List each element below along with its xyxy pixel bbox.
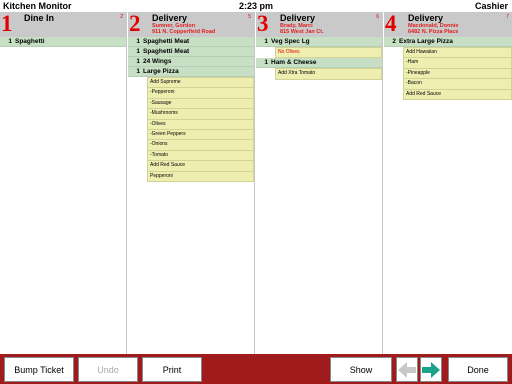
item-name: Spaghetti Meat xyxy=(143,38,190,45)
item-quantity: 1 xyxy=(136,38,140,45)
order-type: Delivery xyxy=(408,13,444,23)
arrow-left-icon xyxy=(398,361,416,378)
clock: 2:23 pm xyxy=(238,1,273,11)
item-name: Spaghetti Meat xyxy=(143,48,190,55)
order-item-row: 1 Spaghetti xyxy=(0,37,126,47)
ticket-1[interactable]: 1 Dine In 2 1 Spaghetti xyxy=(0,12,127,354)
item-modifier-row: -Green Peppers xyxy=(147,130,254,141)
top-bar: Kitchen Monitor 2:23 pm Cashier xyxy=(0,0,512,12)
order-type: Dine In xyxy=(24,13,55,23)
item-name: Extra Large Pizza xyxy=(399,38,453,45)
modifier-text: -Pineapple xyxy=(406,69,430,76)
modifier-text: -Ham xyxy=(406,59,419,66)
item-modifier-row: -Onions xyxy=(147,140,254,151)
modifier-text: -Tomato xyxy=(150,151,169,158)
item-modifier-row: Add Hawaiian xyxy=(403,47,512,59)
ticket-items: 1 Veg Spec Lg No Olives 1 Ham & Cheese Add Xt… xyxy=(256,37,382,80)
modifier-text: -Bacon xyxy=(406,80,422,87)
order-item-row: 1 24 Wings xyxy=(128,57,254,67)
order-item-row: 1 Spaghetti Meat xyxy=(128,47,254,57)
order-item-row: 1 Spaghetti Meat xyxy=(128,37,254,47)
ticket-items: 1 Spaghetti Meat 1 Spaghetti Meat 1 24 Wings 1… xyxy=(128,37,254,183)
ticket-items: 2 Extra Large Pizza Add Hawaiian -Ham -Pinea… xyxy=(384,37,512,101)
item-quantity: 1 xyxy=(136,48,140,55)
bump-ticket-button[interactable]: Bump Ticket xyxy=(4,357,74,382)
ticket-number: 4 xyxy=(385,11,397,36)
done-button[interactable]: Done xyxy=(448,357,508,382)
ticket-number: 3 xyxy=(257,11,269,36)
ticket-number: 2 xyxy=(129,11,141,36)
item-modifier-row: -Pineapple xyxy=(403,68,512,80)
ticket-4[interactable]: 4 Delivery Macdonald, Donnie 6482 N. Piz… xyxy=(384,12,512,354)
item-quantity: 1 xyxy=(264,38,268,45)
item-name: Veg Spec Lg xyxy=(271,38,310,45)
modifier-text: -Sausage xyxy=(150,99,172,106)
modifier-text: -Olives xyxy=(150,120,166,127)
modifier-text: Add Red Sauce xyxy=(406,90,442,97)
next-page-button[interactable] xyxy=(420,357,442,382)
item-name: 24 Wings xyxy=(143,58,172,65)
modifier-text: Pepperoni xyxy=(150,172,173,179)
modifier-text: Add Supreme xyxy=(150,79,181,85)
ticket-board: 1 Dine In 2 1 Spaghetti 2 Delivery Sumner… xyxy=(0,12,512,354)
action-bar: Bump Ticket Undo Print Show Done xyxy=(0,354,512,384)
item-modifier-row: Add Red Sauce xyxy=(147,161,254,172)
ticket-badge: 7 xyxy=(506,14,509,20)
item-modifier-row: Pepperoni xyxy=(147,171,254,183)
ticket-number: 1 xyxy=(1,11,13,36)
order-item-row: 2 Extra Large Pizza xyxy=(384,37,512,47)
ticket-badge: 5 xyxy=(248,14,251,20)
item-modifier-row: -Olives xyxy=(147,119,254,131)
ticket-header: 2 Delivery Sumner, Gordon 911 N. Copperf… xyxy=(128,12,254,37)
item-modifier-row: Add Red Sauce xyxy=(403,89,512,101)
ticket-2[interactable]: 2 Delivery Sumner, Gordon 911 N. Copperf… xyxy=(128,12,255,354)
modifier-text: Add Xtra Tomato xyxy=(278,70,316,77)
order-type: Delivery xyxy=(152,13,188,23)
ticket-header: 1 Dine In 2 xyxy=(0,12,126,37)
order-item-row: 1 Veg Spec Lg xyxy=(256,37,382,47)
item-quantity: 2 xyxy=(392,38,396,45)
item-quantity: 1 xyxy=(136,58,140,65)
ticket-items: 1 Spaghetti xyxy=(0,37,126,47)
customer-address: 911 N. Copperfield Road xyxy=(152,29,216,35)
modifier-text: -Onions xyxy=(150,141,168,148)
print-button[interactable]: Print xyxy=(142,357,202,382)
modifier-text: Add Red Sauce xyxy=(150,162,186,169)
item-modifier-row: No Olives xyxy=(275,47,382,59)
show-button[interactable]: Show xyxy=(330,357,392,382)
item-modifier-row: -Bacon xyxy=(403,79,512,90)
ticket-3[interactable]: 3 Delivery Brady, Marci 815 West Jan Ct.… xyxy=(256,12,383,354)
item-modifier-row: Add Xtra Tomato xyxy=(275,68,382,80)
undo-button[interactable]: Undo xyxy=(78,357,138,382)
modifier-text: Add Hawaiian xyxy=(406,49,437,55)
item-quantity: 1 xyxy=(8,38,12,45)
order-type: Delivery xyxy=(280,13,316,23)
modifier-text: No Olives xyxy=(278,49,300,55)
item-modifier-row: Add Supreme xyxy=(147,77,254,89)
ticket-header: 3 Delivery Brady, Marci 815 West Jan Ct.… xyxy=(256,12,382,37)
item-modifier-row: -Tomato xyxy=(147,150,254,162)
ticket-badge: 2 xyxy=(120,14,123,20)
item-quantity: 1 xyxy=(264,59,268,67)
item-modifier-row: -Ham xyxy=(403,58,512,69)
item-modifier-row: -Mushrooms xyxy=(147,109,254,120)
order-item-row: 1 Large Pizza xyxy=(128,67,254,77)
item-name: Large Pizza xyxy=(143,68,179,75)
previous-page-button[interactable] xyxy=(396,357,418,382)
modifier-text: -Pepperoni xyxy=(150,89,175,96)
item-quantity: 1 xyxy=(136,68,140,75)
modifier-text: -Green Peppers xyxy=(150,131,186,138)
item-name: Ham & Cheese xyxy=(271,59,317,67)
customer-address: 6482 N. Pizza Place xyxy=(408,29,459,35)
ticket-header: 4 Delivery Macdonald, Donnie 6482 N. Piz… xyxy=(384,12,512,37)
item-modifier-row: -Sausage xyxy=(147,98,254,110)
arrow-right-icon xyxy=(422,361,440,378)
item-name: Spaghetti xyxy=(15,38,45,45)
customer-address: 815 West Jan Ct. xyxy=(280,29,324,35)
item-modifier-row: -Pepperoni xyxy=(147,88,254,99)
order-item-row: 1 Ham & Cheese xyxy=(256,58,382,69)
modifier-text: -Mushrooms xyxy=(150,110,178,117)
ticket-badge: 6 xyxy=(376,14,379,20)
user-name: Cashier xyxy=(474,1,508,11)
